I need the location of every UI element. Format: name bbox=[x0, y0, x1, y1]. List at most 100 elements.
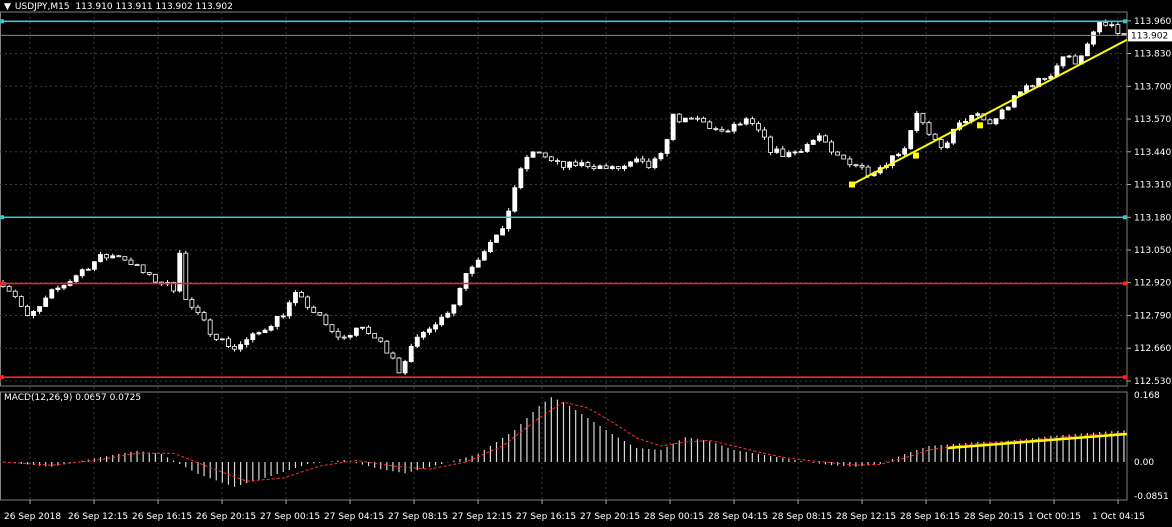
candle-body bbox=[676, 113, 682, 123]
candle-body bbox=[201, 312, 207, 321]
trendline-anchor bbox=[977, 122, 983, 129]
candle-body bbox=[859, 165, 865, 168]
candle-body bbox=[682, 117, 688, 123]
candle-body bbox=[408, 345, 414, 362]
candle-body bbox=[615, 166, 621, 170]
candle-body bbox=[293, 292, 298, 304]
candle-body bbox=[475, 259, 481, 268]
candle-body bbox=[329, 324, 335, 332]
candle-body bbox=[500, 228, 505, 236]
candle-body bbox=[762, 129, 767, 138]
time-tick-label: 27 Sep 16:15 bbox=[516, 512, 576, 522]
candle-body bbox=[238, 344, 244, 350]
candle-body bbox=[853, 164, 859, 167]
candle-body bbox=[98, 254, 103, 263]
candle-body bbox=[451, 304, 457, 314]
candle-body bbox=[506, 210, 512, 230]
candle-body bbox=[55, 287, 61, 291]
candle-body bbox=[49, 289, 55, 299]
candle-body bbox=[597, 165, 603, 170]
time-tick-label: 27 Sep 08:15 bbox=[388, 512, 448, 522]
candle-body bbox=[1066, 55, 1072, 58]
level-handle bbox=[1123, 215, 1127, 220]
candle-body bbox=[323, 314, 329, 326]
candle-body bbox=[1121, 33, 1127, 36]
price-tick-label: 113.830 bbox=[1134, 50, 1171, 60]
time-tick-label: 26 Sep 20:15 bbox=[196, 512, 256, 522]
candle-body bbox=[975, 113, 981, 116]
candle-body bbox=[707, 121, 713, 129]
candle-body bbox=[792, 151, 798, 154]
price-chart[interactable]: 113.960 113.830 113.700 113.570 113.440 113.3… bbox=[0, 0, 1172, 527]
main-frame bbox=[0, 11, 1128, 387]
candle-body bbox=[646, 160, 652, 169]
candle-body bbox=[92, 261, 97, 270]
candle-body bbox=[341, 336, 347, 339]
candle-body bbox=[457, 287, 463, 306]
candle-body bbox=[1097, 21, 1102, 33]
candle-body bbox=[317, 312, 323, 316]
candle-body bbox=[335, 331, 341, 338]
candle-body bbox=[737, 123, 743, 126]
candle-body bbox=[128, 259, 134, 266]
time-tick-label: 27 Sep 12:15 bbox=[452, 512, 512, 522]
candle-body bbox=[841, 154, 847, 160]
candle-body bbox=[469, 266, 475, 274]
candle-body bbox=[780, 148, 786, 157]
candle-body bbox=[512, 187, 518, 212]
candle-body bbox=[402, 361, 408, 374]
candle-body bbox=[481, 251, 487, 261]
candle-body bbox=[804, 144, 810, 152]
candle-body bbox=[743, 118, 749, 125]
candle-body bbox=[1103, 21, 1109, 26]
candle-body bbox=[993, 118, 999, 125]
candle-body bbox=[530, 151, 536, 158]
price-tick-label: 112.920 bbox=[1134, 279, 1171, 289]
candle-body bbox=[262, 329, 268, 334]
candle-body bbox=[116, 255, 122, 258]
candle-body bbox=[774, 148, 780, 153]
candle-body bbox=[585, 162, 591, 167]
candle-body bbox=[810, 139, 816, 145]
candle-body bbox=[920, 112, 926, 124]
candle-body bbox=[1072, 55, 1078, 65]
candle-body bbox=[664, 139, 670, 154]
candle-body bbox=[487, 242, 493, 252]
level-handle bbox=[0, 215, 4, 220]
time-tick-label: 28 Sep 04:15 bbox=[708, 512, 768, 522]
price-tick-label: 113.700 bbox=[1134, 82, 1171, 92]
candle-body bbox=[609, 166, 615, 169]
price-tick-label: 112.660 bbox=[1134, 344, 1171, 354]
candle-body bbox=[640, 158, 646, 162]
candle-body bbox=[963, 120, 968, 124]
candle-body bbox=[567, 161, 572, 168]
candle-body bbox=[816, 135, 822, 141]
candle-body bbox=[579, 162, 585, 166]
candle-body bbox=[189, 298, 195, 308]
candle-body bbox=[274, 315, 280, 327]
candle-body bbox=[1060, 56, 1066, 67]
candle-body bbox=[932, 133, 938, 140]
candle-body bbox=[494, 234, 499, 243]
candle-body bbox=[445, 312, 451, 318]
candle-body bbox=[85, 268, 91, 271]
candle-body bbox=[1085, 43, 1090, 57]
candle-body bbox=[713, 128, 719, 130]
trendline-anchor bbox=[849, 181, 855, 188]
time-tick-label: 28 Sep 00:15 bbox=[644, 512, 704, 522]
time-tick-label: 26 Sep 12:15 bbox=[68, 512, 128, 522]
candle-body bbox=[555, 160, 560, 163]
time-tick-label: 26 Sep 2018 bbox=[4, 512, 61, 522]
candle-body bbox=[104, 254, 110, 259]
candle-body bbox=[37, 306, 42, 312]
candle-body bbox=[353, 327, 359, 336]
candle-body bbox=[134, 264, 140, 267]
price-tick-label: 113.960 bbox=[1134, 17, 1171, 27]
candle-body bbox=[938, 139, 944, 149]
candle-body bbox=[603, 165, 609, 169]
candle-body bbox=[652, 158, 658, 169]
candle-body bbox=[146, 272, 152, 275]
candle-body bbox=[79, 269, 85, 277]
candle-body bbox=[658, 153, 664, 160]
candle-body bbox=[384, 340, 390, 354]
